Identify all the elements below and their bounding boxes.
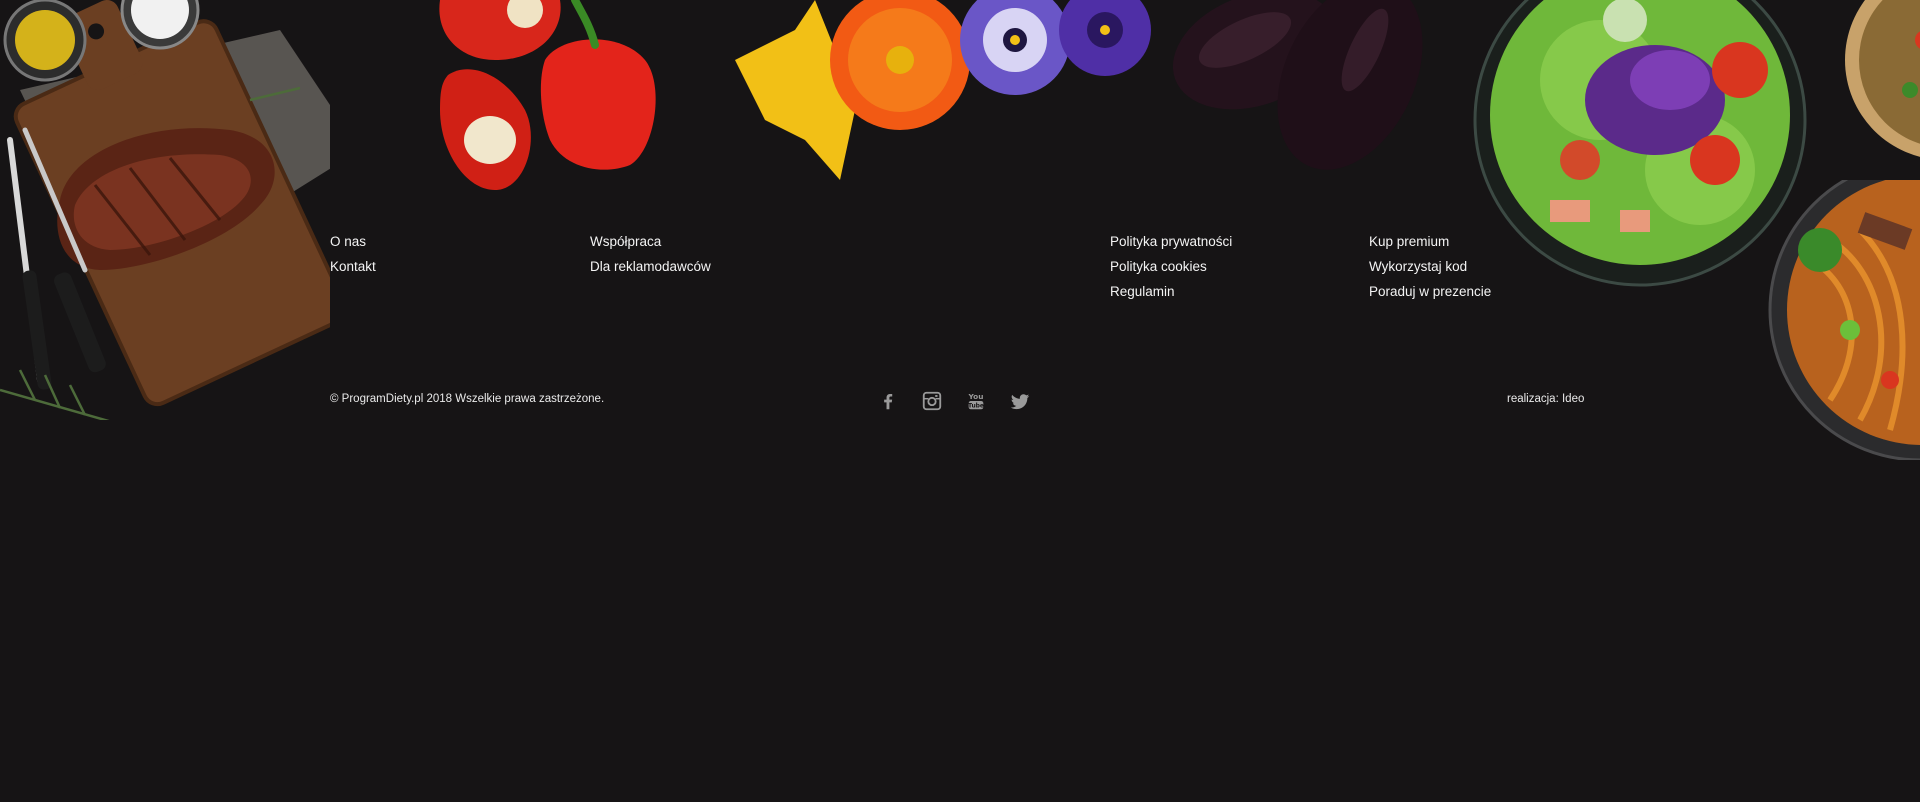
footer-links-company: O nas Kontakt (330, 233, 376, 276)
rice-bowl-image (1845, 0, 1920, 157)
footer-link-contact[interactable]: Kontakt (330, 258, 376, 276)
footer-link-terms[interactable]: Regulamin (1110, 283, 1232, 301)
facebook-icon (884, 393, 893, 410)
footer-link-advertisers[interactable]: Dla reklamodawców (590, 258, 711, 276)
svg-text:Tube: Tube (968, 403, 984, 410)
footer-link-privacy-policy[interactable]: Polityka prywatności (1110, 233, 1232, 251)
edible-flowers-image (735, 0, 1151, 180)
red-peppers-image (439, 0, 656, 190)
page: O nas Kontakt Współpraca Dla reklamodawc… (0, 0, 1920, 802)
twitter-link[interactable] (1009, 390, 1031, 412)
footer-links-legal: Polityka prywatności Polityka cookies Re… (1110, 233, 1232, 301)
footer-links-premium: Kup premium Wykorzystaj kod Poraduj w pr… (1369, 233, 1491, 301)
svg-text:You: You (968, 392, 984, 401)
instagram-link[interactable] (921, 390, 943, 412)
credit-label: realizacja: (1507, 393, 1559, 405)
footer-link-cookies-policy[interactable]: Polityka cookies (1110, 258, 1232, 276)
instagram-icon (922, 391, 942, 411)
facebook-link[interactable] (877, 390, 899, 412)
footer-links-partners: Współpraca Dla reklamodawców (590, 233, 711, 276)
footer-link-cooperation[interactable]: Współpraca (590, 233, 711, 251)
steak-on-cutting-board-image (0, 0, 330, 420)
twitter-icon (1010, 394, 1030, 410)
copyright-text: © ProgramDiety.pl 2018 Wszelkie prawa za… (330, 393, 605, 405)
noodle-bowl-image (1768, 180, 1920, 460)
eggplants-image (1172, 0, 1423, 170)
credit-link-ideo[interactable]: Ideo (1562, 393, 1584, 405)
credit: realizacja: Ideo (1507, 393, 1584, 405)
footer-link-redeem-code[interactable]: Wykorzystaj kod (1369, 258, 1491, 276)
youtube-link[interactable]: You Tube (965, 390, 987, 412)
social-links: You Tube (877, 390, 1031, 412)
footer-link-buy-premium[interactable]: Kup premium (1369, 233, 1491, 251)
youtube-icon: You Tube (968, 392, 984, 410)
footer-link-about[interactable]: O nas (330, 233, 376, 251)
footer-link-gift[interactable]: Poraduj w prezencie (1369, 283, 1491, 301)
